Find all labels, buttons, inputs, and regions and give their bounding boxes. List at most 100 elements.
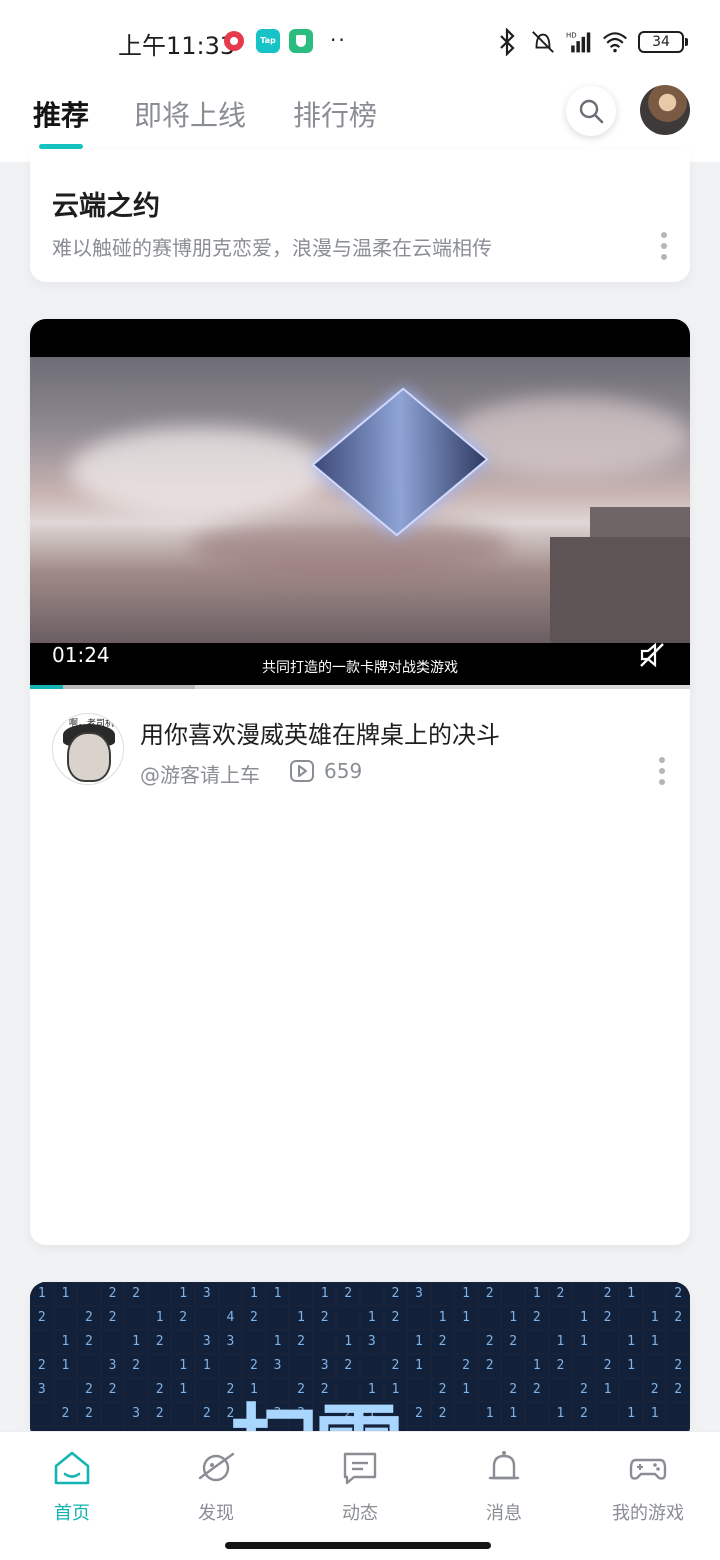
more-options-icon[interactable] — [661, 232, 667, 260]
status-bar: 上午11:33 Tap ·· HD 34 — [0, 0, 720, 80]
grid-cell: 2 — [666, 1282, 690, 1306]
status-more-dots: ·· — [330, 28, 347, 52]
grid-cell: 2 — [30, 1306, 54, 1330]
mute-icon[interactable] — [638, 641, 666, 669]
next-post-card[interactable]: 1122131112231212212222124212121112121212… — [30, 1282, 690, 1442]
tab-recommend[interactable]: 推荐 — [33, 94, 89, 134]
grid-cell: 2 — [548, 1282, 573, 1306]
grid-cell: 1 — [548, 1402, 573, 1426]
grid-cell: 3 — [194, 1282, 219, 1306]
grid-cell: 1 — [359, 1306, 384, 1330]
grid-cell: 2 — [147, 1402, 172, 1426]
grid-cell — [383, 1330, 408, 1354]
grid-cell: 2 — [477, 1354, 502, 1378]
tab-coming-soon[interactable]: 即将上线 — [134, 94, 246, 134]
nav-my-games[interactable]: 我的游戏 — [576, 1432, 720, 1532]
grid-cell: 1 — [53, 1354, 78, 1378]
home-indicator[interactable] — [225, 1542, 491, 1549]
grid-cell — [501, 1282, 525, 1306]
search-button[interactable] — [566, 86, 616, 136]
grid-cell — [430, 1354, 455, 1378]
grid-cell: 1 — [147, 1306, 172, 1330]
grid-cell: 2 — [30, 1354, 54, 1378]
grid-cell: 2 — [100, 1378, 125, 1402]
grid-cell: 3 — [30, 1378, 54, 1402]
chat-icon — [343, 1452, 377, 1485]
grid-cell — [77, 1354, 101, 1378]
grid-cell: 2 — [524, 1378, 549, 1402]
grid-cell: 2 — [548, 1354, 573, 1378]
grid-cell — [454, 1402, 478, 1426]
grid-cell: 1 — [53, 1330, 78, 1354]
grid-cell — [171, 1402, 195, 1426]
grid-cell: 2 — [501, 1378, 525, 1402]
shield-app-icon — [289, 29, 313, 53]
more-options-icon[interactable] — [659, 757, 665, 785]
grid-cell: 1 — [124, 1330, 148, 1354]
grid-cell: 1 — [572, 1330, 596, 1354]
grid-cell — [30, 1330, 54, 1354]
post-author[interactable]: @游客请上车 — [140, 759, 260, 788]
planet-icon — [198, 1452, 235, 1482]
grid-cell: 1 — [454, 1306, 478, 1330]
user-avatar[interactable] — [640, 85, 690, 135]
grid-cell: 1 — [501, 1402, 525, 1426]
grid-cell — [595, 1402, 620, 1426]
grid-cell — [524, 1402, 549, 1426]
grid-cell: 2 — [572, 1378, 596, 1402]
grid-cell — [666, 1402, 690, 1426]
grid-cell: 1 — [454, 1282, 478, 1306]
nav-feed[interactable]: 动态 — [288, 1432, 432, 1532]
grid-cell: 3 — [218, 1330, 243, 1354]
video-post-card[interactable]: 01:24 共同打造的一款卡牌对战类游戏 啊，老司机 用你喜欢漫威英雄在牌桌上的… — [30, 319, 690, 1245]
nav-messages[interactable]: 消息 — [432, 1432, 576, 1532]
floating-card-art — [311, 387, 489, 537]
grid-cell: 2 — [572, 1402, 596, 1426]
bottom-nav: 首页 发现 动态 消息 我的游戏 — [0, 1431, 720, 1531]
post-title[interactable]: 用你喜欢漫威英雄在牌桌上的决斗 — [140, 715, 500, 750]
grid-cell: 1 — [619, 1402, 643, 1426]
grid-cell: 2 — [642, 1378, 667, 1402]
play-count-icon — [290, 760, 314, 782]
grid-cell: 1 — [548, 1330, 573, 1354]
grid-cell — [642, 1354, 667, 1378]
grid-cell: 1 — [642, 1306, 667, 1330]
wifi-icon — [602, 28, 628, 56]
tab-ranking[interactable]: 排行榜 — [293, 94, 377, 134]
game-card[interactable]: 云端之约 难以触碰的赛博朋克恋爱，浪漫与温柔在云端相传 — [30, 150, 690, 282]
grid-cell — [477, 1306, 502, 1330]
grid-cell: 2 — [666, 1306, 690, 1330]
mute-vibrate-icon — [530, 28, 556, 56]
grid-cell: 1 — [194, 1354, 219, 1378]
grid-cell: 2 — [77, 1402, 101, 1426]
grid-cell: 1 — [407, 1354, 431, 1378]
grid-cell: 3 — [100, 1354, 125, 1378]
bell-icon — [488, 1451, 520, 1480]
grid-cell — [666, 1330, 690, 1354]
nav-home[interactable]: 首页 — [0, 1432, 144, 1532]
grid-cell: 2 — [524, 1306, 549, 1330]
grid-cell: 1 — [619, 1330, 643, 1354]
grid-cell — [501, 1354, 525, 1378]
nav-discover[interactable]: 发现 — [144, 1432, 288, 1532]
grid-cell: 3 — [407, 1282, 431, 1306]
author-avatar[interactable]: 啊，老司机 — [52, 713, 124, 785]
grid-cell: 3 — [124, 1402, 148, 1426]
battery-icon: 34 — [638, 31, 688, 53]
status-right-icons: HD 34 — [494, 24, 688, 60]
grid-cell — [124, 1306, 148, 1330]
grid-cell — [454, 1330, 478, 1354]
grid-cell: 3 — [359, 1330, 384, 1354]
grid-cell: 2 — [454, 1354, 478, 1378]
grid-cell — [124, 1378, 148, 1402]
grid-cell: 1 — [477, 1402, 502, 1426]
grid-cell: 1 — [312, 1282, 337, 1306]
video-caption: 共同打造的一款卡牌对战类游戏 — [262, 660, 458, 676]
grid-cell — [218, 1282, 243, 1306]
grid-cell: 1 — [242, 1282, 266, 1306]
grid-cell: 2 — [147, 1378, 172, 1402]
grid-cell: 2 — [289, 1330, 313, 1354]
video-player[interactable]: 01:24 共同打造的一款卡牌对战类游戏 — [30, 319, 690, 689]
grid-cell — [147, 1354, 172, 1378]
grid-cell: 2 — [666, 1354, 690, 1378]
